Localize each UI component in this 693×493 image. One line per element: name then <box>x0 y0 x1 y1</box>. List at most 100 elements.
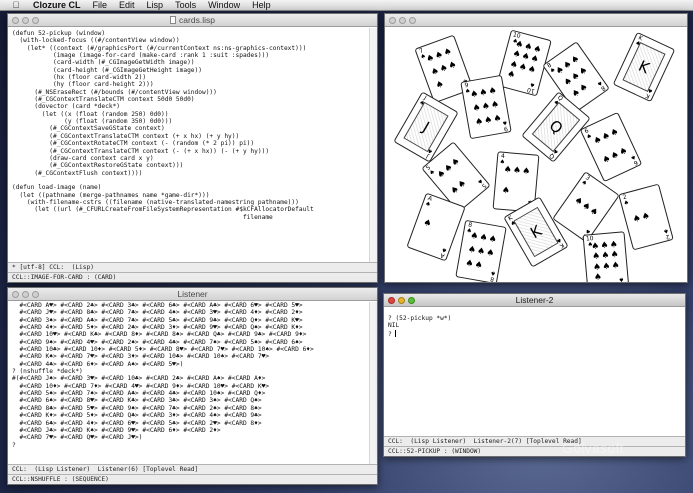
editor-scrollbar[interactable] <box>369 28 377 262</box>
card-pip: ♠ <box>490 99 500 111</box>
code-line: (#_CGContextTranslateCTM context (+ x hx… <box>12 132 240 140</box>
minimize-button[interactable] <box>398 297 405 304</box>
menu-window[interactable]: Window <box>208 0 240 11</box>
output-line: #<CARD K♠> #<CARD 7♥> #<CARD 3♦> #<CARD … <box>12 353 270 361</box>
card-pip: ♠ <box>609 239 619 251</box>
menu-tools[interactable]: Tools <box>175 0 196 11</box>
output-line: #<CARD 5♠> #<CARD 7♠> #<CARD A♣> #<CARD … <box>12 390 266 398</box>
card-pip: ♠ <box>469 88 480 100</box>
card-pips: K <box>622 42 666 92</box>
zoom-button[interactable] <box>32 17 39 24</box>
output-line: #<CARD 4♣> #<CARD 6♦> #<CARD A♠> #<CARD … <box>12 360 184 368</box>
code-line: (#_CGContextRestoreGState context))) <box>12 162 184 170</box>
code-line: (image (image-for-card (make-card :rank … <box>12 52 270 60</box>
card-pip: ♠ <box>442 46 454 59</box>
card-pip: ♠ <box>503 164 513 176</box>
listener-titlebar[interactable]: Listener <box>8 288 377 301</box>
code-line: (defun 52-pickup (window) <box>12 30 106 37</box>
listener-scrollbar[interactable] <box>369 302 377 464</box>
card-pip: ♠ <box>481 100 491 113</box>
card-pip: ♠ <box>471 102 482 114</box>
output-line: #<CARD 4♦> #<CARD 5♦> #<CARD 2♣> #<CARD … <box>12 324 303 332</box>
output-line: NIL <box>388 322 400 330</box>
code-line: (#_CGContextTranslateCTM context (- (+ x… <box>12 147 270 155</box>
listener2-text-area[interactable]: ? (52-pickup *w*) NIL? <box>384 307 685 437</box>
card-pips: ♠ ♠ <box>627 193 665 241</box>
card-pips: ♠ ♠ ♠ <box>562 182 609 232</box>
output-line: #(#<CARD J♠> #<CARD 3♥> #<CARD 10♣> #<CA… <box>12 375 266 383</box>
close-button[interactable] <box>12 291 19 298</box>
zoom-button[interactable] <box>408 297 415 304</box>
output-line: #<CARD 8♣> #<CARD 5♥> #<CARD 9♠> #<CARD … <box>12 404 262 412</box>
listener-status-line-1: CCL: (Lisp Listener) Listener(6) [Toplev… <box>8 464 377 474</box>
card-pip: ♠ <box>421 217 433 230</box>
card-pip: ♠ <box>505 69 517 82</box>
card-pip: ♠ <box>476 245 486 258</box>
card-pip: ♠ <box>447 59 459 72</box>
card-pip: ♠ <box>478 232 489 244</box>
card-pip: ♠ <box>593 272 603 282</box>
code-line: (#_NSEraseRect (#/bounds (#/contentView … <box>12 88 217 96</box>
minimize-button[interactable] <box>22 17 29 24</box>
output-line: ? (nshuffle *deck*) <box>12 368 83 376</box>
minimize-button[interactable] <box>399 17 406 24</box>
card-pip: ♠ <box>590 241 600 252</box>
editor-status-line-2: CCL::IMAGE-FOR-CARD : (CARD) <box>8 272 377 282</box>
apple-menu-icon[interactable]:  <box>9 0 23 10</box>
menu-edit[interactable]: Edit <box>119 0 135 11</box>
card-pip: ♠ <box>600 240 610 252</box>
window-title: Listener-2 <box>515 295 554 305</box>
playing-card: 2 ♠ 2 ♠ ♠ ♠ <box>618 183 674 251</box>
playing-card: 10♠10♠♠♠♠♠♠♠♠♠♠♠ <box>582 231 630 282</box>
code-line: (card-width (#_CGImageGetWidth image)) <box>12 59 195 67</box>
menu-file[interactable]: File <box>93 0 108 11</box>
menu-bar:  Clozure CL File Edit Lisp Tools Window… <box>0 0 693 11</box>
listener2-titlebar[interactable]: Listener-2 <box>384 294 685 307</box>
minimize-button[interactable] <box>22 291 29 298</box>
listener-status-line-2: CCL::NSHUFFLE : (SEQUENCE) <box>8 474 377 484</box>
card-pip: J <box>419 117 433 136</box>
close-button[interactable] <box>12 17 19 24</box>
window-title: Listener <box>177 289 208 299</box>
playing-card: K♠K♠K <box>612 31 676 103</box>
menu-help[interactable]: Help <box>252 0 271 11</box>
code-line: (#_CGContextTranslateCTM context 50d0 50… <box>12 96 195 104</box>
card-pips: ♠ ♠ ♠ ♠ ♠ <box>432 152 480 202</box>
zoom-button[interactable] <box>409 17 416 24</box>
output-line: ? <box>12 441 16 449</box>
code-line: (let ((url (#_CFURLCreateFromFileSystemR… <box>12 206 314 214</box>
card-pip: K <box>526 221 545 242</box>
card-pip: K <box>635 56 653 77</box>
output-line: #<CARD 7♥> #<CARD Q♥> #<CARD J♥>) <box>12 434 143 442</box>
playing-card: 8 ♠ 8 ♠ ♠ ♠ ♠ ♠ ♠ ♠ ♠ ♠ <box>455 219 507 282</box>
output-line: #<CARD 9♠> #<CARD 4♥> #<CARD 2♠> #<CARD … <box>12 338 303 346</box>
code-line: (hx (floor card-width 2)) <box>12 74 147 82</box>
card-pip: ♠ <box>467 244 477 256</box>
output-line: #<CARD K♦> #<CARD 5♦> #<CARD Q♣> #<CARD … <box>12 412 262 420</box>
listener2-status-line-1: CCL: (Lisp Listener) Listener-2(7) [Topl… <box>384 436 685 446</box>
code-line: (with-filename-cstrs ((filename (native-… <box>12 198 299 206</box>
menu-lisp[interactable]: Lisp <box>147 0 164 11</box>
output-line: #<CARD 10♥> #<CARD K♣> #<CARD 8♦> #<CARD… <box>12 331 307 339</box>
card-pips: ♠ ♠ ♠ ♠ ♠ ♠ ♠ ♠ <box>464 229 499 275</box>
card-pip: ♠ <box>592 262 602 273</box>
window-controls <box>12 291 39 298</box>
menu-clozure-cl[interactable]: Clozure CL <box>33 0 81 11</box>
output-line: #<CARD 3♠> #<CARD A♣> #<CARD 7♣> #<CARD … <box>12 316 303 324</box>
cards-titlebar[interactable] <box>385 14 687 27</box>
editor-window: cards.lisp (defun 52-pickup (window) (wi… <box>7 13 378 283</box>
cards-canvas[interactable]: 7♠7♠♠♠♠♠♠♠♠10♠10♠♠♠♠♠♠♠♠♠♠♠8♠8♠♠♠♠♠♠♠♠♠K… <box>385 28 687 282</box>
close-button[interactable] <box>388 297 395 304</box>
editor-titlebar[interactable]: cards.lisp <box>8 14 377 27</box>
text-cursor <box>395 329 397 337</box>
code-line: (#_CGContextFlush context)))) <box>12 169 143 177</box>
cards-window: 7♠7♠♠♠♠♠♠♠♠10♠10♠♠♠♠♠♠♠♠♠♠♠8♠8♠♠♠♠♠♠♠♠♠K… <box>384 13 688 283</box>
close-button[interactable] <box>389 17 396 24</box>
zoom-button[interactable] <box>32 291 39 298</box>
window-controls <box>388 297 415 304</box>
listener-text-area[interactable]: #<CARD A♥> #<CARD 2♣> #<CARD 3♣> #<CARD … <box>8 301 377 465</box>
editor-status-line-1: * [utf-8] CCL: (Lisp) <box>8 262 377 272</box>
window-controls <box>12 17 39 24</box>
editor-text-area[interactable]: (defun 52-pickup (window) (with-locked-f… <box>8 27 377 263</box>
